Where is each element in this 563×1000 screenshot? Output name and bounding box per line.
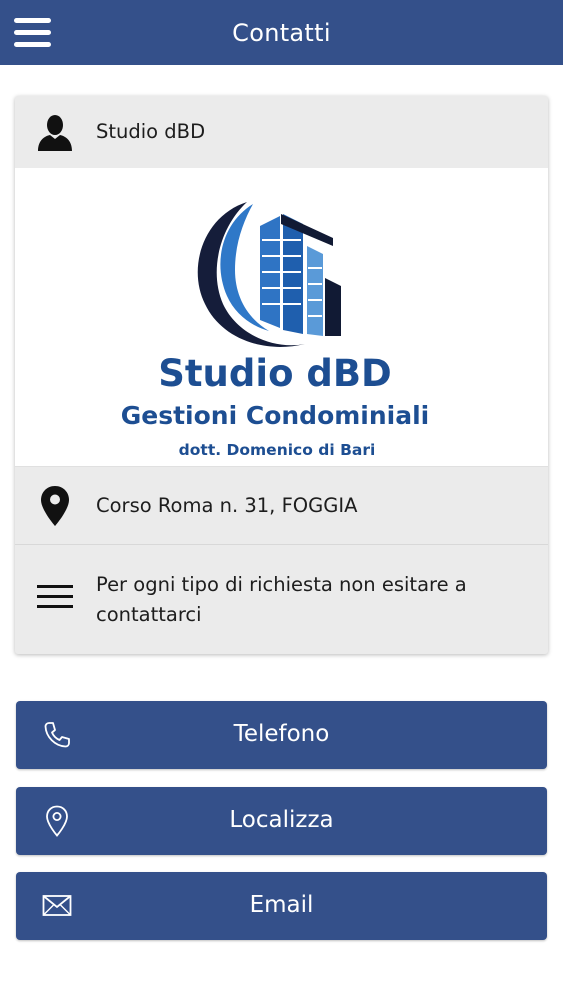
note-row: Per ogni tipo di richiesta non esitare a… — [15, 545, 548, 654]
contact-name-row: Studio dBD — [15, 96, 548, 168]
email-button[interactable]: Email — [16, 872, 547, 940]
phone-button[interactable]: Telefono — [16, 701, 547, 769]
lines-icon — [37, 584, 73, 610]
address-text: Corso Roma n. 31, FOGGIA — [96, 494, 358, 517]
person-icon — [37, 114, 73, 152]
logo-line-1: Studio dBD — [158, 352, 392, 395]
page-title: Contatti — [232, 18, 331, 47]
locate-button[interactable]: Localizza — [16, 787, 547, 855]
map-pin-icon — [37, 485, 73, 527]
app-bar: Contatti — [0, 0, 563, 65]
logo-line-2: Gestioni Condominiali — [121, 401, 430, 430]
locate-button-label: Localizza — [229, 807, 334, 833]
logo-line-3: dott. Domenico di Bari — [179, 441, 376, 459]
hamburger-menu-icon[interactable] — [14, 17, 52, 49]
contact-card: Studio dBD Studio dBD Gestioni Condomini… — [15, 96, 548, 654]
contact-name: Studio dBD — [96, 120, 206, 143]
phone-button-label: Telefono — [233, 721, 330, 747]
email-button-label: Email — [249, 892, 314, 918]
note-text: Per ogni tipo di richiesta non esitare a… — [96, 573, 467, 626]
company-logo: Studio dBD Gestioni Condominiali dott. D… — [15, 168, 548, 466]
address-row[interactable]: Corso Roma n. 31, FOGGIA — [15, 466, 548, 545]
